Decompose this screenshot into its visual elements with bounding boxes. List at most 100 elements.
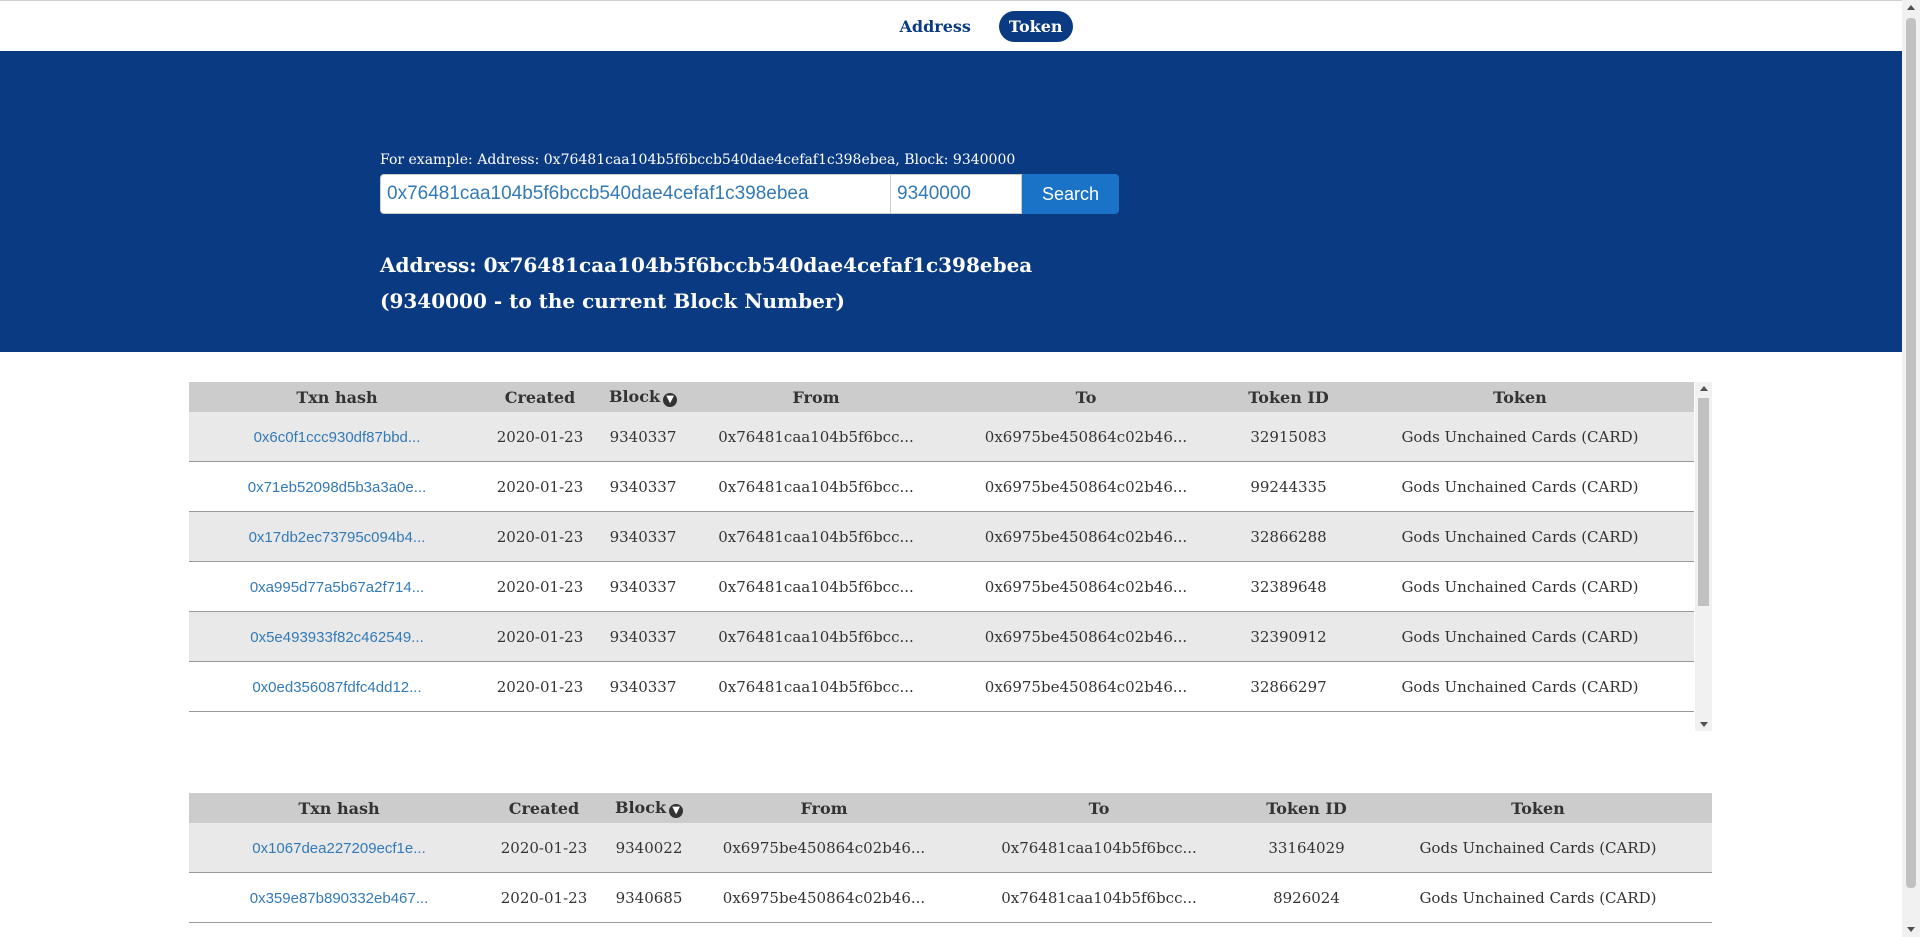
txn-hash-link[interactable]: 0x1067dea227209ecf1e...	[252, 840, 426, 857]
address-input[interactable]	[380, 174, 891, 214]
txn-hash-link[interactable]: 0x71eb52098d5b3a3a0e...	[248, 479, 427, 496]
incoming-transfers-table: Txn hash Created Block ▼ From To Token ID…	[189, 793, 1712, 937]
col-token-id[interactable]: Token ID	[1249, 793, 1364, 823]
col-block-label: Block	[614, 798, 667, 817]
from-cell: 0x6975be450864c02b46...	[699, 823, 949, 873]
table-header-row: Txn hash Created Block ▼ From To Token ID…	[189, 793, 1712, 823]
txn-hash-link[interactable]: 0x359e87b890332eb467...	[250, 890, 429, 907]
table-row: 0x359e87b890332eb467... 2020-01-23 93406…	[189, 872, 1712, 923]
table-row: 0xa995d77a5b67a2f714... 2020-01-23 93403…	[189, 561, 1694, 612]
col-txn-hash[interactable]: Txn hash	[189, 793, 489, 823]
to-cell: 0x6975be450864c02b46...	[941, 511, 1231, 562]
scroll-up-arrow-icon[interactable]	[1700, 386, 1708, 391]
block-cell: 9340337	[595, 661, 691, 712]
created-cell: 2020-01-23	[485, 611, 595, 662]
page-scrollbar-thumb[interactable]	[1906, 18, 1916, 888]
search-hero: For example: Address: 0x76481caa104b5f6b…	[0, 51, 1902, 352]
block-input[interactable]	[891, 174, 1022, 214]
search-bar: Search	[380, 174, 1119, 214]
top-nav: Address Token	[0, 0, 1902, 51]
page-scrollbar[interactable]	[1902, 0, 1920, 937]
result-block-range: (9340000 - to the current Block Number)	[380, 289, 845, 313]
col-token-id[interactable]: Token ID	[1231, 382, 1346, 412]
table-row: 0x0ed356087fdfc4dd12... 2020-01-23 93403…	[189, 661, 1694, 712]
token-cell: Gods Unchained Cards (CARD)	[1346, 611, 1694, 662]
txn-hash-cell: 0x1067dea227209ecf1e...	[189, 823, 489, 873]
table-row: 0x1067dea227209ecf1e... 2020-01-23 93400…	[189, 823, 1712, 873]
token-id-cell: 8926024	[1249, 872, 1364, 923]
token-id-cell: 32390912	[1231, 611, 1346, 662]
txn-hash-cell: 0x71eb52098d5b3a3a0e...	[189, 461, 485, 512]
block-cell: 9340337	[595, 511, 691, 562]
from-cell: 0x6975be450864c02b46...	[699, 872, 949, 923]
to-cell: 0x6975be450864c02b46...	[941, 661, 1231, 712]
txn-hash-cell: 0x0ed356087fdfc4dd12...	[189, 661, 485, 712]
search-example-text: For example: Address: 0x76481caa104b5f6b…	[380, 152, 1016, 168]
token-id-cell: 32915083	[1231, 412, 1346, 462]
to-cell: 0x6975be450864c02b46...	[941, 461, 1231, 512]
token-id-cell: 33164029	[1249, 823, 1364, 873]
block-cell: 9340022	[599, 823, 699, 873]
table-scrollbar[interactable]	[1695, 382, 1712, 731]
txn-hash-link[interactable]: 0x6c0f1ccc930df87bbd...	[254, 429, 421, 446]
from-cell: 0x76481caa104b5f6bcc...	[691, 412, 941, 462]
scroll-down-arrow-icon[interactable]	[1700, 722, 1708, 727]
created-cell: 2020-01-23	[485, 511, 595, 562]
token-cell: Gods Unchained Cards (CARD)	[1364, 872, 1712, 923]
txn-hash-link[interactable]: 0x0ed356087fdfc4dd12...	[252, 679, 421, 696]
block-cell: 9340337	[595, 611, 691, 662]
from-cell: 0x76481caa104b5f6bcc...	[691, 661, 941, 712]
col-block[interactable]: Block ▼	[595, 382, 691, 412]
to-cell: 0x6975be450864c02b46...	[941, 561, 1231, 612]
from-cell: 0x76481caa104b5f6bcc...	[691, 461, 941, 512]
to-cell: 0x6975be450864c02b46...	[941, 611, 1231, 662]
col-created[interactable]: Created	[489, 793, 599, 823]
created-cell: 2020-01-23	[485, 461, 595, 512]
col-to[interactable]: To	[941, 382, 1231, 412]
txn-hash-cell: 0x359e87b890332eb467...	[189, 872, 489, 923]
page-scroll-up-icon[interactable]	[1907, 5, 1915, 10]
txn-hash-link[interactable]: 0x17db2ec73795c094b4...	[249, 529, 426, 546]
created-cell: 2020-01-23	[485, 561, 595, 612]
created-cell: 2020-01-23	[489, 872, 599, 923]
tab-address[interactable]: Address	[889, 11, 980, 42]
col-to[interactable]: To	[949, 793, 1249, 823]
table-header-row: Txn hash Created Block ▼ From To Token ID…	[189, 382, 1694, 412]
to-cell: 0x6975be450864c02b46...	[941, 412, 1231, 462]
tab-token[interactable]: Token	[998, 10, 1073, 42]
txn-hash-cell: 0xa995d77a5b67a2f714...	[189, 561, 485, 612]
txn-hash-cell: 0x5e493933f82c462549...	[189, 611, 485, 662]
col-from[interactable]: From	[691, 382, 941, 412]
to-cell: 0x76481caa104b5f6bcc...	[949, 872, 1249, 923]
col-from[interactable]: From	[699, 793, 949, 823]
sort-down-icon[interactable]: ▼	[663, 393, 678, 407]
block-cell: 9340337	[595, 561, 691, 612]
col-token[interactable]: Token	[1346, 382, 1694, 412]
search-button[interactable]: Search	[1022, 174, 1119, 214]
txn-hash-cell: 0x17db2ec73795c094b4...	[189, 511, 485, 562]
col-created[interactable]: Created	[485, 382, 595, 412]
col-txn-hash[interactable]: Txn hash	[189, 382, 485, 412]
table-row: 0x71eb52098d5b3a3a0e... 2020-01-23 93403…	[189, 461, 1694, 512]
block-cell: 9340685	[599, 872, 699, 923]
from-cell: 0x76481caa104b5f6bcc...	[691, 611, 941, 662]
block-cell: 9340337	[595, 461, 691, 512]
txn-hash-link[interactable]: 0x5e493933f82c462549...	[250, 629, 424, 646]
col-token[interactable]: Token	[1364, 793, 1712, 823]
to-cell: 0x76481caa104b5f6bcc...	[949, 823, 1249, 873]
created-cell: 2020-01-23	[485, 661, 595, 712]
table-scrollbar-thumb[interactable]	[1698, 398, 1709, 606]
created-cell: 2020-01-23	[485, 412, 595, 462]
col-block[interactable]: Block ▼	[599, 793, 699, 823]
from-cell: 0x76481caa104b5f6bcc...	[691, 561, 941, 612]
page-scroll-down-icon[interactable]	[1907, 927, 1915, 932]
token-cell: Gods Unchained Cards (CARD)	[1346, 412, 1694, 462]
result-address-title: Address: 0x76481caa104b5f6bccb540dae4cef…	[380, 253, 1033, 277]
txn-hash-cell: 0x6c0f1ccc930df87bbd...	[189, 412, 485, 462]
txn-hash-link[interactable]: 0xa995d77a5b67a2f714...	[250, 579, 424, 596]
token-id-cell: 99244335	[1231, 461, 1346, 512]
block-cell: 9340337	[595, 412, 691, 462]
token-id-cell: 32389648	[1231, 561, 1346, 612]
from-cell: 0x76481caa104b5f6bcc...	[691, 511, 941, 562]
sort-down-icon[interactable]: ▼	[669, 804, 684, 818]
